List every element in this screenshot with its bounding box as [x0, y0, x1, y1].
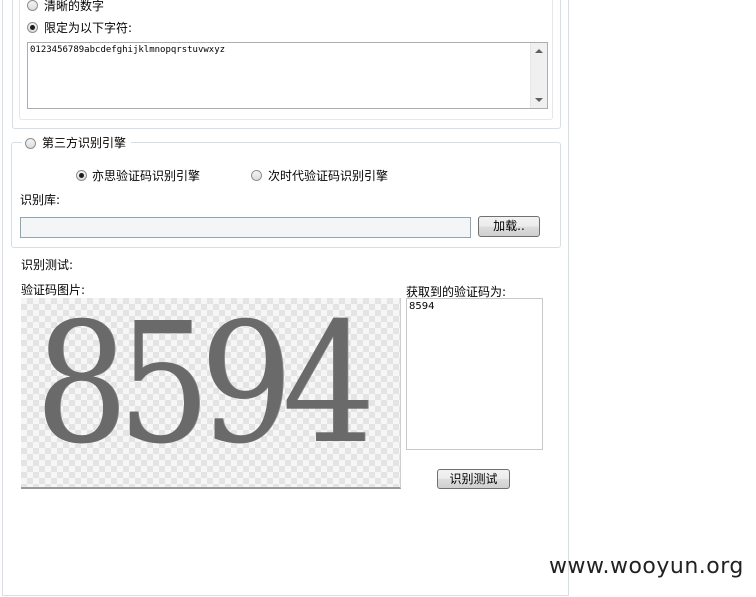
result-textarea[interactable]: 8594 [406, 298, 543, 450]
limit-chars-label[interactable]: 限定为以下字符: [44, 21, 132, 35]
allowed-chars-value: 0123456789abcdefghijklmnopqrstuvwxyz [30, 45, 226, 55]
captcha-image-label: 验证码图片: [21, 283, 86, 297]
allowed-chars-textarea[interactable]: 0123456789abcdefghijklmnopqrstuvwxyz [27, 42, 548, 109]
engine-next-radio[interactable] [251, 170, 262, 181]
engine-yisi-label[interactable]: 亦思验证码识别引擎 [92, 169, 200, 183]
scroll-down-icon[interactable] [535, 98, 543, 102]
captcha-image: 8594 [21, 298, 401, 489]
scroll-up-icon[interactable] [535, 49, 543, 53]
engine-yisi-radio[interactable] [76, 170, 87, 181]
clear-digits-radio[interactable] [27, 0, 38, 11]
third-party-label[interactable]: 第三方识别引擎 [42, 136, 126, 150]
load-button[interactable]: 加载.. [478, 216, 540, 237]
allowed-chars-scrollbar[interactable] [530, 43, 547, 108]
test-section-label: 识别测试: [21, 258, 74, 272]
library-path-input[interactable] [20, 217, 471, 238]
test-button[interactable]: 识别测试 [437, 469, 510, 489]
result-value: 8594 [409, 301, 435, 312]
watermark-text: www.wooyun.org [549, 554, 744, 579]
result-label: 获取到的验证码为: [406, 285, 507, 299]
engine-next-label[interactable]: 次时代验证码识别引擎 [268, 169, 388, 183]
clear-digits-label[interactable]: 清晰的数字 [44, 0, 104, 13]
third-party-legend: 第三方识别引擎 [22, 134, 132, 152]
captcha-digits: 8594 [35, 298, 375, 481]
limit-chars-radio[interactable] [27, 22, 38, 33]
library-label: 识别库: [20, 193, 61, 207]
third-party-radio[interactable] [25, 138, 36, 149]
